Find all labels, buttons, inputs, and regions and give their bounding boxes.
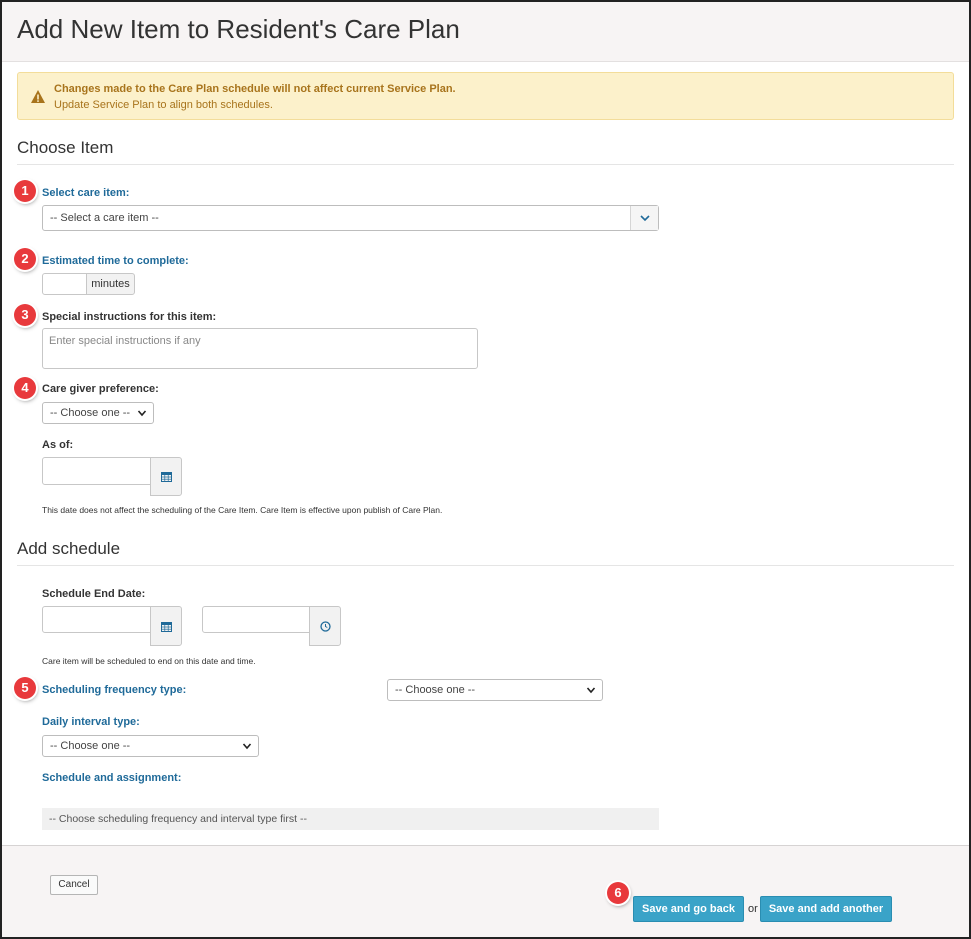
frequency-type-value: -- Choose one -- <box>395 684 476 696</box>
caregiver-preference-select[interactable]: -- Choose one -- <box>42 402 154 424</box>
footer-bar <box>2 845 969 937</box>
chevron-down-icon <box>242 743 252 750</box>
add-schedule-heading: Add schedule <box>17 539 121 558</box>
as-of-date-input[interactable] <box>42 457 151 485</box>
as-of-note: This date does not affect the scheduling… <box>42 505 443 515</box>
clock-icon <box>319 620 331 632</box>
end-date-note: Care item will be scheduled to end on th… <box>42 656 256 666</box>
daily-interval-select[interactable]: -- Choose one -- <box>42 735 259 757</box>
special-instructions-textarea[interactable]: Enter special instructions if any <box>42 328 478 369</box>
step-badge-5: 5 <box>14 677 36 699</box>
step-badge-4: 4 <box>14 377 36 399</box>
save-and-add-another-button[interactable]: Save and add another <box>760 896 892 922</box>
end-date-calendar-button[interactable] <box>150 606 182 646</box>
divider <box>17 164 954 165</box>
warning-alert: Changes made to the Care Plan schedule w… <box>17 72 954 120</box>
choose-item-heading: Choose Item <box>17 138 114 157</box>
warning-icon <box>31 90 45 103</box>
save-and-go-back-button[interactable]: Save and go back <box>633 896 744 922</box>
step-badge-1: 1 <box>14 180 36 202</box>
step-badge-2: 2 <box>14 248 36 270</box>
or-text: or <box>748 903 758 915</box>
schedule-end-date-label: Schedule End Date: <box>42 588 146 600</box>
step-badge-6: 6 <box>607 882 629 904</box>
chevron-down-icon <box>586 687 596 694</box>
chevron-down-icon <box>639 215 650 222</box>
special-instructions-label: Special instructions for this item: <box>42 311 217 323</box>
dialog-frame: Add New Item to Resident's Care Plan Cha… <box>0 0 971 939</box>
care-item-select-value: -- Select a care item -- <box>50 212 159 224</box>
estimated-time-input[interactable] <box>42 273 87 295</box>
calendar-icon <box>160 621 172 632</box>
chevron-down-icon <box>137 410 147 417</box>
divider <box>17 565 954 566</box>
as-of-calendar-button[interactable] <box>150 457 182 496</box>
calendar-icon <box>160 472 172 482</box>
cancel-button[interactable]: Cancel <box>50 875 98 895</box>
frequency-type-label: Scheduling frequency type: <box>42 684 187 696</box>
page-header: Add New Item to Resident's Care Plan <box>2 2 969 62</box>
schedule-end-time-input[interactable] <box>202 606 310 633</box>
schedule-assignment-placeholder: -- Choose scheduling frequency and inter… <box>42 808 659 830</box>
page-title: Add New Item to Resident's Care Plan <box>17 14 460 44</box>
schedule-assignment-label: Schedule and assignment: <box>42 772 182 784</box>
schedule-end-date-input[interactable] <box>42 606 151 633</box>
care-item-dropdown-button[interactable] <box>630 206 658 230</box>
step-badge-3: 3 <box>14 304 36 326</box>
alert-line-2: Update Service Plan to align both schedu… <box>54 99 273 111</box>
caregiver-preference-label: Care giver preference: <box>42 383 159 395</box>
daily-interval-value: -- Choose one -- <box>50 740 131 752</box>
minutes-addon: minutes <box>86 273 135 295</box>
alert-line-1: Changes made to the Care Plan schedule w… <box>54 83 456 95</box>
end-time-clock-button[interactable] <box>309 606 341 646</box>
estimated-time-label: Estimated time to complete: <box>42 255 189 267</box>
as-of-label: As of: <box>42 439 74 451</box>
caregiver-preference-value: -- Choose one -- <box>50 407 131 419</box>
care-item-select[interactable]: -- Select a care item -- <box>42 205 659 231</box>
daily-interval-label: Daily interval type: <box>42 716 140 728</box>
frequency-type-select[interactable]: -- Choose one -- <box>387 679 603 701</box>
care-item-label: Select care item: <box>42 187 130 199</box>
